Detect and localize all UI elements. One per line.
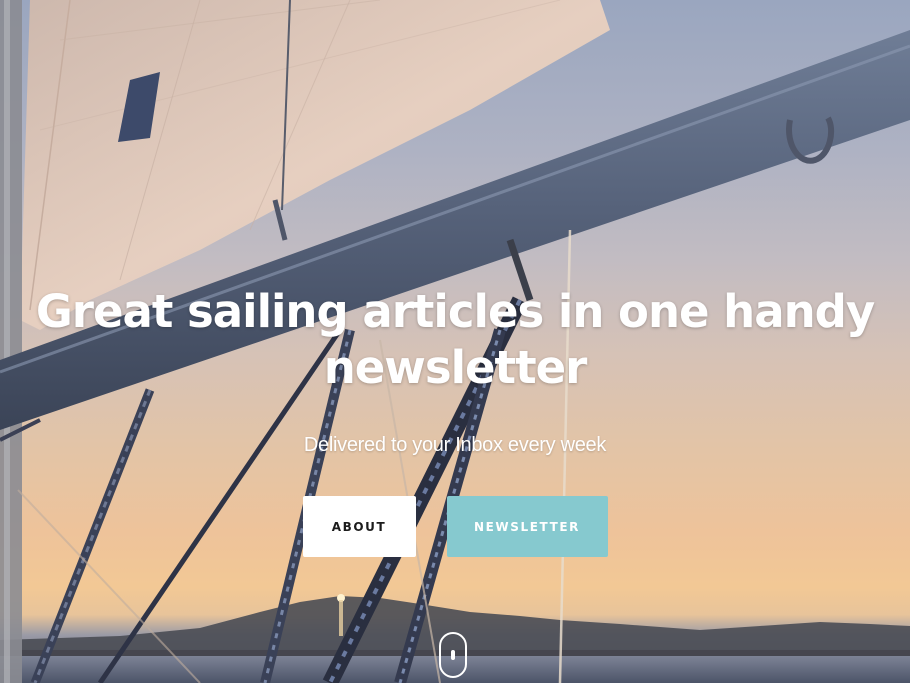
newsletter-button[interactable]: NEWSLETTER (446, 496, 608, 557)
hero-content: Great sailing articles in one handy news… (0, 284, 910, 458)
hero-subtitle: Delivered to your Inbox every week (303, 434, 607, 456)
hero-buttons: ABOUT NEWSLETTER (0, 496, 910, 557)
hero-title-line-1: Great sailing articles in one handy (35, 285, 875, 338)
about-button[interactable]: ABOUT (302, 496, 416, 557)
hero-title-line-2: newsletter (323, 341, 588, 394)
scroll-wheel-dot (451, 650, 455, 660)
mouse-scroll-icon[interactable] (439, 632, 467, 678)
hero-title: Great sailing articles in one handy news… (0, 284, 910, 396)
hero-section: Great sailing articles in one handy news… (0, 0, 910, 683)
